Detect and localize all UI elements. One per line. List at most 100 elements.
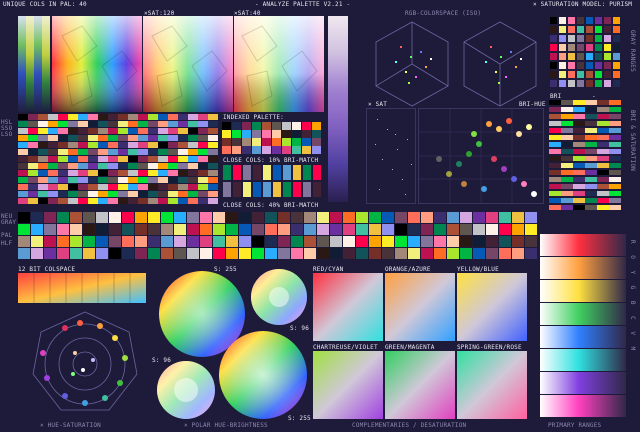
hlf-label-text: HLF	[1, 240, 13, 247]
sorted-bar-swatch	[18, 135, 28, 141]
sorted-bar-swatch	[178, 149, 188, 155]
close-col-swatch	[272, 164, 282, 181]
vertical-hue-strip	[328, 16, 348, 202]
swatch-cell	[343, 248, 355, 259]
colspace-grid	[18, 273, 146, 303]
sorted-bar-swatch	[188, 184, 198, 190]
complement-label: ORANGE/AZURE	[385, 266, 431, 273]
swatch-cell	[291, 248, 303, 259]
palette-swatch	[603, 79, 612, 88]
swatch-cell	[122, 248, 134, 259]
close-cols-10-label: CLOSE COLS: 10% BRI-MATCH	[223, 157, 319, 164]
sorted-bar-swatch	[78, 121, 88, 127]
palette-swatch	[549, 25, 558, 34]
sorted-bar-swatch	[188, 156, 198, 162]
bri-bar-row	[549, 163, 621, 168]
bri-bar-row	[549, 135, 621, 140]
sorted-bar-swatch	[58, 170, 68, 176]
sorted-bar-swatch	[138, 128, 148, 134]
bri-bar-swatch	[573, 100, 585, 105]
sorted-bar-swatch	[18, 156, 28, 162]
swatch-cell	[109, 212, 121, 223]
palette-swatch	[549, 79, 558, 88]
sorted-bar-swatch	[38, 163, 48, 169]
swatch-cell	[122, 212, 134, 223]
bri-bar-swatch	[573, 170, 585, 175]
palette-swatch	[585, 70, 594, 79]
sorted-bar-swatch	[168, 191, 178, 197]
close-col-swatch	[312, 164, 322, 181]
sorted-bar-swatch	[148, 163, 158, 169]
sorted-bar-swatch	[168, 142, 178, 148]
swatch-cell	[343, 224, 355, 235]
sorted-bar-swatch	[98, 191, 108, 197]
sorted-bar-swatch	[78, 128, 88, 134]
palette-swatch	[585, 79, 594, 88]
sorted-bar-swatch	[158, 184, 168, 190]
primary-range-band	[540, 326, 626, 348]
bri-bar-swatch	[609, 198, 621, 203]
bri-bar-row	[549, 107, 621, 112]
swatch-cell	[252, 224, 264, 235]
bri-bar-swatch	[609, 128, 621, 133]
bri-bar-swatch	[597, 191, 609, 196]
swatch-cell	[252, 236, 264, 247]
sorted-bar-swatch	[58, 149, 68, 155]
sorted-bar-swatch	[178, 128, 188, 134]
sorted-bar-swatch	[118, 198, 128, 204]
bri-bar-row	[549, 149, 621, 154]
indexed-swatch	[262, 122, 272, 130]
sorted-bar-row	[18, 170, 218, 176]
sorted-bar-swatch	[28, 191, 38, 197]
swatch-cell	[96, 224, 108, 235]
sorted-bar-swatch	[138, 184, 148, 190]
swatch-cell	[57, 248, 69, 259]
swatch-cell	[148, 224, 160, 235]
indexed-swatch	[252, 130, 262, 138]
sorted-bar-swatch	[108, 149, 118, 155]
sorted-bar-swatch	[118, 177, 128, 183]
swatch-cell	[44, 212, 56, 223]
bri-bar-swatch	[573, 114, 585, 119]
swatch-cell	[44, 224, 56, 235]
sorted-bar-swatch	[168, 114, 178, 120]
swatch-cell	[460, 248, 472, 259]
bri-bar-swatch	[573, 163, 585, 168]
footer-hue-saturation: × HUE-SATURATION	[40, 422, 101, 429]
palette-swatch-rows	[18, 212, 538, 262]
close-col-swatch	[292, 164, 302, 181]
swatch-cell	[317, 224, 329, 235]
swatch-cell	[434, 236, 446, 247]
indexed-swatch	[312, 146, 322, 154]
swatch-cell	[512, 212, 524, 223]
swatch-cell	[57, 224, 69, 235]
bri-bar-swatch	[549, 177, 561, 182]
swatch-cell	[473, 224, 485, 235]
bri-bar-swatch	[609, 142, 621, 147]
sorted-bar-swatch	[158, 135, 168, 141]
complement-panel	[457, 273, 527, 341]
complement-label: GREEN/MAGENTA	[385, 344, 435, 351]
bri-bar-swatch	[561, 100, 573, 105]
sorted-bar-swatch	[188, 135, 198, 141]
swatch-cell	[304, 212, 316, 223]
sorted-bar-swatch	[58, 184, 68, 190]
sorted-bar-swatch	[178, 114, 188, 120]
sorted-bar-swatch	[88, 128, 98, 134]
palette-swatch	[549, 61, 558, 70]
swatch-cell	[200, 212, 212, 223]
sorted-bar-swatch	[148, 142, 158, 148]
swatch-cell	[447, 248, 459, 259]
bri-bar-swatch	[549, 205, 561, 210]
indexed-swatch	[302, 122, 312, 130]
bri-bar-row	[549, 114, 621, 119]
sorted-bar-swatch	[188, 142, 198, 148]
bri-bar-swatch	[585, 100, 597, 105]
swatch-cell	[148, 248, 160, 259]
sorted-bar-swatch	[28, 114, 38, 120]
sorted-bar-swatch	[158, 128, 168, 134]
indexed-swatch	[252, 146, 262, 154]
swatch-cell	[499, 236, 511, 247]
swatch-cell	[434, 248, 446, 259]
complement-label: CHARTREUSE/VIOLET	[313, 344, 378, 351]
